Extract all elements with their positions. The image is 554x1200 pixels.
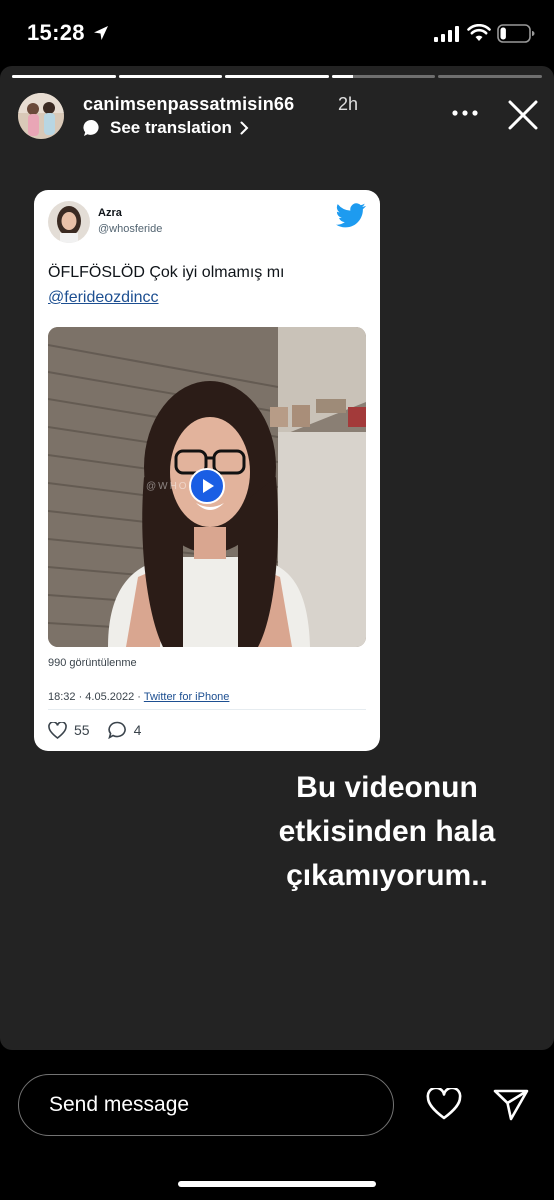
tweet-source-link[interactable]: Twitter for iPhone <box>144 691 230 703</box>
caption-line-2: etkisinden hala <box>278 815 496 848</box>
caption-line-1: Bu videonun <box>296 771 478 804</box>
tweet-author-name: Azra <box>98 207 122 219</box>
signal-bars-icon <box>434 26 459 42</box>
tweet-timestamp: 18:32 · 4.05.2022 · <box>48 691 144 703</box>
tweet-avatar <box>48 201 90 243</box>
tweet-text-block: ÖFLFÖSLÖD Çok iyi olmamış mı @ferideozdi… <box>48 260 368 310</box>
send-message-input[interactable] <box>18 1074 394 1136</box>
like-count: 55 <box>74 722 90 738</box>
progress-segment-1 <box>12 75 116 78</box>
wifi-icon <box>467 24 491 41</box>
tweet-mention-link[interactable]: @ferideozdincc <box>48 285 368 310</box>
progress-segment-3 <box>225 75 329 78</box>
send-icon[interactable] <box>493 1088 529 1122</box>
progress-segment-fill <box>331 75 353 78</box>
like-heart-icon[interactable] <box>48 721 67 739</box>
story-username[interactable]: canimsenpassatmisin66 <box>83 94 294 115</box>
battery-icon <box>497 24 535 43</box>
progress-segment-4 <box>331 75 436 78</box>
speech-bubble-icon <box>83 119 99 136</box>
progress-segment-2 <box>118 75 223 78</box>
see-translation-label: See translation <box>110 118 232 137</box>
play-icon <box>203 479 214 493</box>
reply-count: 4 <box>133 722 142 738</box>
play-button[interactable] <box>189 468 225 504</box>
close-icon[interactable] <box>508 100 538 130</box>
location-arrow-icon <box>94 26 108 40</box>
heart-icon[interactable] <box>426 1088 462 1120</box>
tweet-divider <box>48 709 366 710</box>
reply-bar <box>0 1050 554 1200</box>
home-indicator[interactable] <box>178 1181 376 1187</box>
story-progress <box>12 75 542 79</box>
status-time: 15:28 <box>27 20 85 45</box>
progress-segment-fill <box>225 75 329 78</box>
tweet-text: ÖFLFÖSLÖD Çok iyi olmamış mı <box>48 264 285 281</box>
tweet-metadata: 18:32 · 4.05.2022 · Twitter for iPhone <box>48 691 229 703</box>
tweet-author-handle: @whosferide <box>98 223 163 235</box>
story-viewer[interactable]: canimsenpassatmisin66 2h See translation… <box>0 66 554 1050</box>
status-bar: 15:28 <box>0 0 554 66</box>
twitter-bird-icon <box>336 203 366 228</box>
progress-segment-fill <box>118 75 223 78</box>
tweet-view-count: 990 görüntülenme <box>48 657 137 669</box>
tweet-video[interactable]: @WHOS <box>48 327 366 647</box>
story-time-ago: 2h <box>338 94 359 114</box>
tweet-actions: 55 4 <box>48 721 159 739</box>
progress-segment-fill <box>12 75 116 78</box>
caption-line-3: çıkamıyorum.. <box>286 859 488 892</box>
battery-level <box>500 27 506 40</box>
see-translation-button[interactable]: See translation <box>83 118 249 138</box>
progress-segment-5 <box>438 75 542 78</box>
avatar[interactable] <box>18 93 64 139</box>
story-caption: Bu videonun etkisinden hala çıkamıyorum.… <box>250 766 524 898</box>
reply-bubble-icon[interactable] <box>107 721 127 739</box>
chevron-right-icon <box>240 121 249 135</box>
more-icon[interactable] <box>452 110 478 116</box>
tweet-card: Azra @whosferide ÖFLFÖSLÖD Çok iyi olmam… <box>34 190 380 751</box>
